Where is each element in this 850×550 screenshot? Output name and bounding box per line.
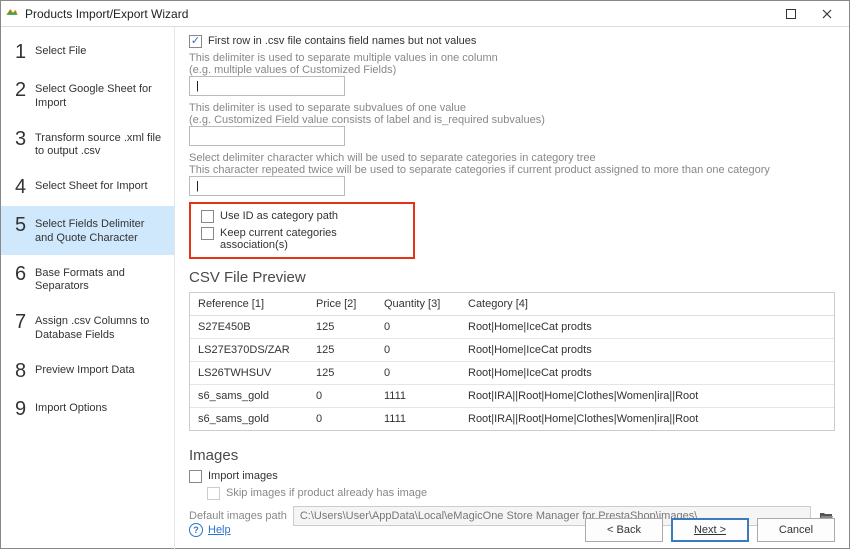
table-row[interactable]: S27E450B1250Root|Home|IceCat prodts bbox=[190, 316, 834, 339]
use-id-checkbox[interactable] bbox=[201, 210, 214, 223]
step-base-formats[interactable]: 6Base Formats and Separators bbox=[1, 255, 174, 304]
step-select-delimiter[interactable]: 5Select Fields Delimiter and Quote Chara… bbox=[1, 206, 174, 255]
delim1-line2: (e.g. multiple values of Customized Fiel… bbox=[189, 64, 835, 76]
import-images-checkbox[interactable] bbox=[189, 470, 202, 483]
step-select-google-sheet[interactable]: 2Select Google Sheet for Import bbox=[1, 71, 174, 120]
table-row[interactable]: s6_sams_gold01111Root|IRA||Root|Home|Clo… bbox=[190, 408, 834, 430]
th-category[interactable]: Category [4] bbox=[460, 293, 834, 315]
app-icon bbox=[5, 7, 19, 21]
th-reference[interactable]: Reference [1] bbox=[190, 293, 308, 315]
first-row-label: First row in .csv file contains field na… bbox=[208, 35, 476, 47]
table-row[interactable]: s6_sams_gold01111Root|IRA||Root|Home|Clo… bbox=[190, 385, 834, 408]
step-assign-columns[interactable]: 7Assign .csv Columns to Database Fields bbox=[1, 303, 174, 352]
use-id-label: Use ID as category path bbox=[220, 210, 338, 222]
table-row[interactable]: LS27E370DS/ZAR1250Root|Home|IceCat prodt… bbox=[190, 339, 834, 362]
th-quantity[interactable]: Quantity [3] bbox=[376, 293, 460, 315]
delim2-line1: This delimiter is used to separate subva… bbox=[189, 102, 835, 114]
th-price[interactable]: Price [2] bbox=[308, 293, 376, 315]
table-row[interactable]: LS26TWHSUV1250Root|Home|IceCat prodts bbox=[190, 362, 834, 385]
delim2-input[interactable] bbox=[189, 126, 345, 146]
main-panel: First row in .csv file contains field na… bbox=[175, 27, 849, 550]
wizard-sidebar: 1Select File 2Select Google Sheet for Im… bbox=[1, 27, 175, 550]
first-row-checkbox[interactable] bbox=[189, 35, 202, 48]
delim3-line1: Select delimiter character which will be… bbox=[189, 152, 835, 164]
window-title: Products Import/Export Wizard bbox=[25, 7, 773, 21]
step-select-file[interactable]: 1Select File bbox=[1, 33, 174, 71]
delim3-line2: This character repeated twice will be us… bbox=[189, 164, 835, 176]
next-button[interactable]: Next > bbox=[671, 518, 749, 542]
import-images-label: Import images bbox=[208, 470, 278, 482]
cancel-button[interactable]: Cancel bbox=[757, 518, 835, 542]
delim1-line1: This delimiter is used to separate multi… bbox=[189, 52, 835, 64]
keep-categories-checkbox[interactable] bbox=[201, 227, 214, 240]
highlight-box: Use ID as category path Keep current cat… bbox=[189, 202, 415, 259]
skip-images-label: Skip images if product already has image bbox=[226, 487, 427, 499]
skip-images-checkbox bbox=[207, 487, 220, 500]
help-link[interactable]: ? Help bbox=[189, 523, 231, 537]
close-button[interactable] bbox=[809, 2, 845, 26]
titlebar: Products Import/Export Wizard bbox=[1, 1, 849, 27]
images-title: Images bbox=[189, 447, 835, 464]
step-import-options[interactable]: 9Import Options bbox=[1, 390, 174, 428]
delim1-input[interactable] bbox=[189, 76, 345, 96]
csv-preview-title: CSV File Preview bbox=[189, 269, 835, 286]
delim3-input[interactable] bbox=[189, 176, 345, 196]
table-header: Reference [1] Price [2] Quantity [3] Cat… bbox=[190, 293, 834, 316]
maximize-button[interactable] bbox=[773, 2, 809, 26]
step-preview-import[interactable]: 8Preview Import Data bbox=[1, 352, 174, 390]
help-icon: ? bbox=[189, 523, 203, 537]
keep-categories-label: Keep current categories association(s) bbox=[220, 227, 403, 251]
back-button[interactable]: < Back bbox=[585, 518, 663, 542]
step-select-sheet[interactable]: 4Select Sheet for Import bbox=[1, 168, 174, 206]
delim2-line2: (e.g. Customized Field value consists of… bbox=[189, 114, 835, 126]
step-transform-xml[interactable]: 3Transform source .xml file to output .c… bbox=[1, 120, 174, 169]
csv-preview-table: Reference [1] Price [2] Quantity [3] Cat… bbox=[189, 292, 835, 431]
